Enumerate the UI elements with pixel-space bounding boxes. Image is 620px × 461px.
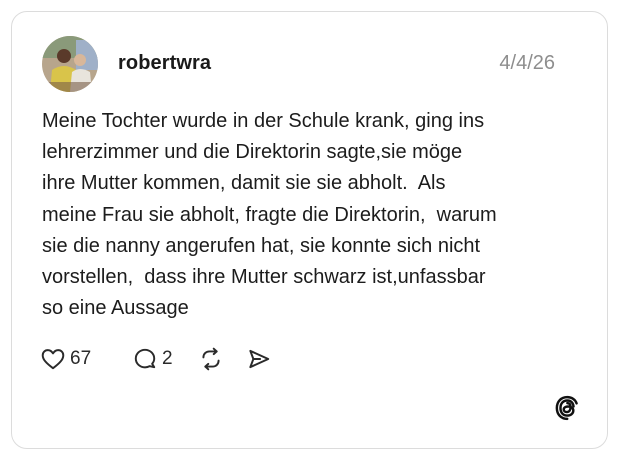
username[interactable]: robertwra: [118, 51, 211, 75]
comment-icon: [134, 348, 156, 369]
post-text-line: lehrerzimmer und die Direktorin sagte,si…: [42, 141, 463, 164]
post-text-line: sie die nanny angerufen hat, sie konnte …: [42, 234, 481, 257]
post-text-line: vorstellen, dass ihre Mutter schwarz ist…: [42, 266, 486, 289]
post-text-line: ihre Mutter kommen, damit sie sie abholt…: [42, 172, 446, 195]
threads-logo-icon: [555, 395, 578, 421]
send-icon: [249, 349, 270, 369]
post-text-line: meine Frau sie abholt, fragte die Direkt…: [42, 203, 497, 226]
repost-button[interactable]: [198, 345, 224, 373]
heart-icon: [41, 349, 65, 370]
reply-button[interactable]: 2: [132, 345, 173, 373]
avatar[interactable]: [42, 36, 98, 92]
post-card: robertwra 4/4/26 Meine Tochter wurde in …: [11, 11, 608, 449]
avatar-photo: [42, 36, 98, 92]
repost-icon: [202, 347, 220, 371]
post-text-line: so eine Aussage: [42, 297, 189, 320]
post-text: Meine Tochter wurde in der Schule krank,…: [42, 106, 582, 324]
share-button[interactable]: [246, 345, 272, 373]
like-count: 67: [70, 348, 92, 369]
reply-count: 2: [162, 348, 173, 369]
like-button[interactable]: 67: [40, 345, 91, 373]
post-date: 4/4/26: [499, 52, 555, 74]
post-text-line: Meine Tochter wurde in der Schule krank,…: [42, 110, 485, 132]
